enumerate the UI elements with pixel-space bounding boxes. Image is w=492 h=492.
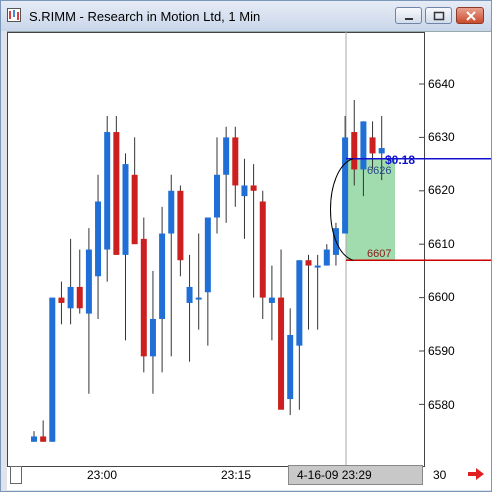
candle-up (241, 185, 248, 197)
candle-up (287, 334, 294, 400)
candle-up (49, 297, 56, 442)
price-tick-label: 6600 (428, 290, 455, 304)
candle-up (314, 265, 321, 268)
price-tick-label: 6580 (428, 398, 455, 412)
candle-down (58, 297, 65, 303)
candle-up (323, 249, 330, 266)
chart-area[interactable]: $0.18 6626 6607 6640 6630 6620 6610 6600… (7, 31, 491, 490)
candle-up (85, 249, 92, 314)
candle-down (113, 132, 120, 255)
candle-down (259, 201, 266, 298)
cursor-time-box: 4-16-09 23:29 (288, 465, 423, 485)
candle-down (369, 137, 376, 154)
candle-up (360, 121, 367, 170)
candle-up (67, 286, 74, 309)
candle-up (195, 297, 202, 300)
title-bar[interactable]: S.RIMM - Research in Motion Ltd, 1 Min (1, 1, 491, 31)
window-title: S.RIMM - Research in Motion Ltd, 1 Min (29, 9, 261, 24)
maximize-icon (433, 11, 445, 21)
lower-price-label: 6607 (367, 248, 392, 260)
time-tick-label: 23:15 (221, 468, 252, 482)
scroll-handle[interactable] (10, 466, 22, 484)
price-tick-label: 6640 (428, 77, 455, 91)
candle-down (76, 286, 83, 309)
candle-up (378, 148, 385, 154)
time-tick-label: 30 (433, 468, 447, 482)
candle-down (351, 132, 358, 170)
maximize-button[interactable] (425, 7, 452, 24)
price-tick-label: 6620 (428, 183, 455, 197)
candle-up (223, 137, 230, 175)
candle-down (131, 174, 138, 245)
candle-down (40, 436, 47, 442)
scroll-right-arrow-icon[interactable] (467, 467, 485, 481)
candle-up (159, 233, 166, 319)
candle-up (296, 260, 303, 346)
candle-up (342, 137, 349, 234)
candle-up (149, 318, 156, 357)
candle-down (305, 260, 312, 266)
candlestick-chart[interactable] (7, 32, 491, 490)
price-tick-label: 6590 (428, 344, 455, 358)
candle-up (122, 164, 129, 255)
candle-up (31, 436, 37, 442)
candle-up (168, 190, 175, 234)
candle-up (204, 217, 211, 293)
candle-up (104, 132, 111, 250)
candle-down (278, 297, 285, 410)
candle-down (232, 137, 239, 186)
candle-up (214, 174, 220, 218)
candle-down (177, 190, 184, 261)
chart-app-icon (7, 8, 21, 22)
price-tick-label: 6610 (428, 237, 455, 251)
candle-up (268, 297, 275, 303)
candle-up (95, 201, 102, 277)
cursor-time-label: 4-16-09 23:29 (297, 468, 372, 482)
minimize-button[interactable] (395, 7, 422, 24)
price-tick-label: 6630 (428, 130, 455, 144)
candle-up (186, 286, 193, 303)
chart-window: S.RIMM - Research in Motion Ltd, 1 Min $… (0, 0, 492, 492)
minimize-icon (405, 18, 413, 20)
close-button[interactable] (456, 7, 484, 24)
time-tick-label: 23:00 (87, 468, 118, 482)
candle-down (140, 238, 147, 357)
upper-price-label: 6626 (367, 165, 392, 177)
candle-down (250, 185, 257, 191)
close-icon (466, 11, 476, 21)
